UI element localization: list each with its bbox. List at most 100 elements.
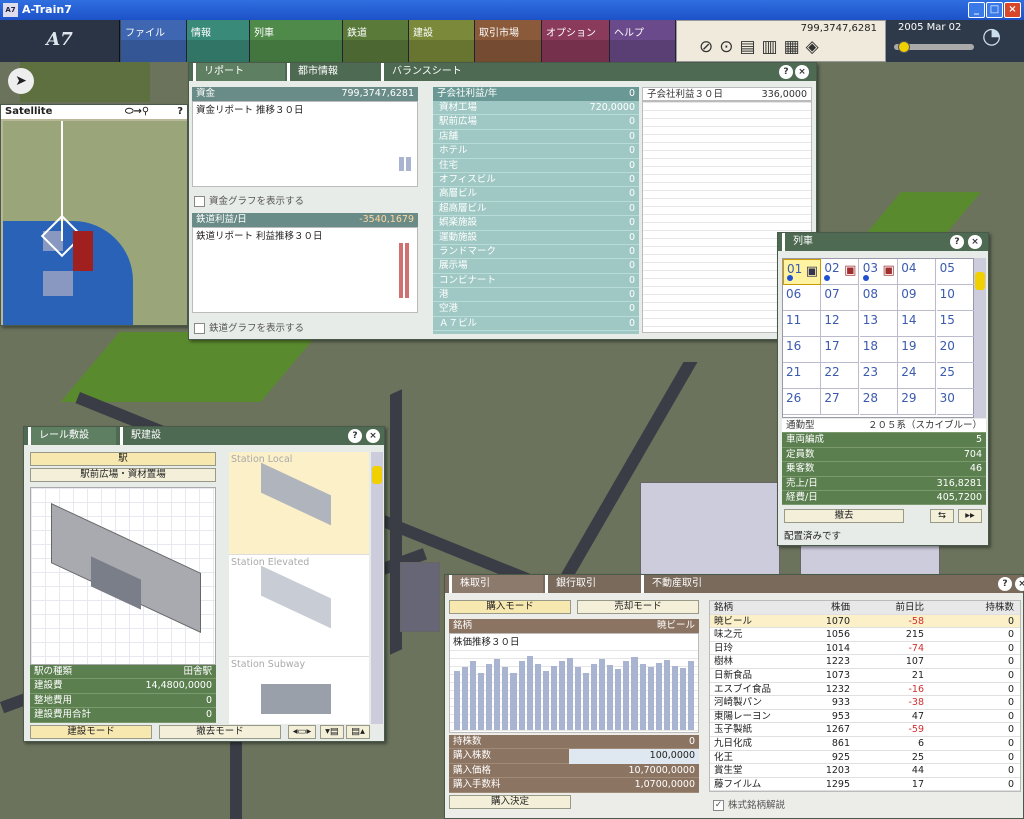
tab-station-build[interactable]: 駅建設 [120, 427, 200, 445]
train-slot[interactable]: 25 [936, 363, 975, 389]
stock-explain-checkbox[interactable]: ✓ 株式銘柄解説 [713, 797, 785, 811]
stock-row[interactable]: 味之元 1056 215 0 [710, 628, 1020, 642]
menu-options[interactable]: オプション [542, 20, 610, 62]
satellite-nav-icons[interactable]: ⬭→⚲ [125, 105, 149, 119]
remove-train-button[interactable]: 撤去 [784, 509, 904, 523]
help-button[interactable]: ? [779, 65, 793, 79]
train-slot[interactable]: 18 [859, 337, 898, 363]
train-slot[interactable]: 03 ▣ [859, 259, 898, 285]
stock-row[interactable]: 化王 925 25 0 [710, 751, 1020, 765]
close-icon[interactable]: × [968, 235, 982, 249]
remove-mode-button[interactable]: 撤去モード [159, 725, 281, 739]
train-slot[interactable]: 13 [859, 311, 898, 337]
stock-row[interactable]: エスブイ食品 1232 -16 0 [710, 683, 1020, 697]
menu-market[interactable]: 取引市場 [475, 20, 542, 62]
train-slot[interactable]: 28 [859, 389, 898, 415]
menu-file[interactable]: ファイル [121, 20, 187, 62]
station-subway-item[interactable]: Station Subway [229, 656, 369, 724]
stock-row[interactable]: 藤フイルム 1295 17 0 [710, 778, 1020, 791]
buy-mode-button[interactable]: 購入モード [449, 600, 571, 614]
swap-icon[interactable]: ⇆ [930, 509, 954, 523]
close-icon[interactable]: × [795, 65, 809, 79]
train-grid-scrollbar[interactable] [974, 258, 986, 418]
menu-help[interactable]: ヘルプ [610, 20, 676, 62]
satellite-help-button[interactable]: ? [177, 105, 183, 119]
train-slot[interactable]: 23 [859, 363, 898, 389]
train-slot[interactable]: 26 [783, 389, 821, 415]
menu-train[interactable]: 列車 [250, 20, 343, 62]
train-slot[interactable]: 10 [936, 285, 975, 311]
station-list-scrollbar[interactable] [371, 452, 383, 724]
train-slot[interactable]: 05 [936, 259, 975, 285]
station-type-list[interactable]: Station Local Station Elevated Station S… [229, 452, 369, 724]
train-slot[interactable]: 14 [898, 311, 937, 337]
tab-rail-laying[interactable]: レール敷設 [28, 427, 116, 445]
tab-stock[interactable]: 株取引 [449, 575, 543, 593]
compass-icon[interactable]: ➤ [8, 68, 34, 94]
train-slot[interactable]: 24 [898, 363, 937, 389]
stock-row[interactable]: 玉子製紙 1267 -59 0 [710, 723, 1020, 737]
train-slot[interactable]: 07 [821, 285, 860, 311]
train-slot[interactable]: 17 [821, 337, 860, 363]
stock-row[interactable]: 日玲 1014 -74 0 [710, 642, 1020, 656]
train-slot[interactable]: 19 [898, 337, 937, 363]
stock-row[interactable]: 樹林 1223 107 0 [710, 655, 1020, 669]
train-slot[interactable]: 30 [936, 389, 975, 415]
train-slot[interactable]: 22 [821, 363, 860, 389]
stock-row[interactable]: 賞生堂 1203 44 0 [710, 764, 1020, 778]
train-slot[interactable]: 11 [783, 311, 821, 337]
stock-row[interactable]: 日新食品 1073 21 0 [710, 669, 1020, 683]
tab-report[interactable]: リポート [193, 63, 285, 81]
stock-row[interactable]: 九日化成 861 6 0 [710, 737, 1020, 751]
up-layer-icon[interactable]: ▤▴ [346, 725, 370, 739]
train-slot[interactable]: 29 [898, 389, 937, 415]
station-local-item[interactable]: Station Local [229, 452, 369, 554]
qty-input[interactable]: 100,0000 [569, 749, 699, 764]
close-button[interactable]: × [1004, 2, 1021, 18]
build-mode-button[interactable]: 建設モード [30, 725, 152, 739]
train-slot[interactable]: 16 [783, 337, 821, 363]
down-layer-icon[interactable]: ▾▤ [320, 725, 344, 739]
stock-row[interactable]: 東陽レーヨン 953 47 0 [710, 710, 1020, 724]
category-station-button[interactable]: 駅 [30, 452, 216, 466]
train-slot[interactable]: 27 [821, 389, 860, 415]
station-elevated-item[interactable]: Station Elevated [229, 554, 369, 656]
rail-graph-checkbox[interactable]: 鉄道グラフを表示する [194, 320, 304, 334]
stock-row[interactable]: 暁ビール 1070 -58 0 [710, 614, 1020, 629]
train-slot[interactable]: 15 [936, 311, 975, 337]
close-icon[interactable]: × [1015, 577, 1024, 591]
tab-balance-sheet[interactable]: バランスシート [381, 63, 501, 81]
tab-city-info[interactable]: 都市情報 [287, 63, 377, 81]
fast-forward-icon[interactable]: ▸▸ [958, 509, 982, 523]
menu-railway[interactable]: 鉄道 [343, 20, 409, 62]
train-slot[interactable]: 20 [936, 337, 975, 363]
train-slot[interactable]: 21 [783, 363, 821, 389]
train-slot[interactable]: 02 ▣ [821, 259, 860, 285]
menu-build[interactable]: 建設 [409, 20, 475, 62]
train-slot[interactable]: 09 [898, 285, 937, 311]
sell-mode-button[interactable]: 売却モード [577, 600, 699, 614]
train-slot[interactable]: 08 [859, 285, 898, 311]
train-slot[interactable]: 01 ▣ [783, 259, 821, 285]
satellite-map[interactable] [3, 121, 187, 325]
stock-row[interactable]: 河崎製パン 933 -38 0 [710, 696, 1020, 710]
help-button[interactable]: ? [950, 235, 964, 249]
view-tool-icons[interactable]: ⊘⊙▤▥▦◈ [699, 37, 825, 57]
subcategory-button[interactable]: 駅前広場・資材置場 [30, 468, 216, 482]
help-button[interactable]: ? [998, 577, 1012, 591]
tab-bank[interactable]: 銀行取引 [545, 575, 637, 593]
maximize-button[interactable]: □ [986, 2, 1003, 18]
slider-handle[interactable] [898, 41, 910, 53]
speed-slider[interactable] [894, 41, 974, 53]
tab-real-estate[interactable]: 不動産取引 [641, 575, 741, 593]
minimize-button[interactable]: _ [968, 2, 985, 18]
train-slot[interactable]: 12 [821, 311, 860, 337]
confirm-purchase-button[interactable]: 購入決定 [449, 795, 571, 809]
rotate-icon[interactable]: ◂▭▸ [288, 725, 316, 739]
menu-info[interactable]: 情報 [187, 20, 250, 62]
close-icon[interactable]: × [366, 429, 380, 443]
help-button[interactable]: ? [348, 429, 362, 443]
train-slot[interactable]: 04 [898, 259, 937, 285]
funds-graph-checkbox[interactable]: 資金グラフを表示する [194, 193, 304, 207]
train-slot[interactable]: 06 [783, 285, 821, 311]
